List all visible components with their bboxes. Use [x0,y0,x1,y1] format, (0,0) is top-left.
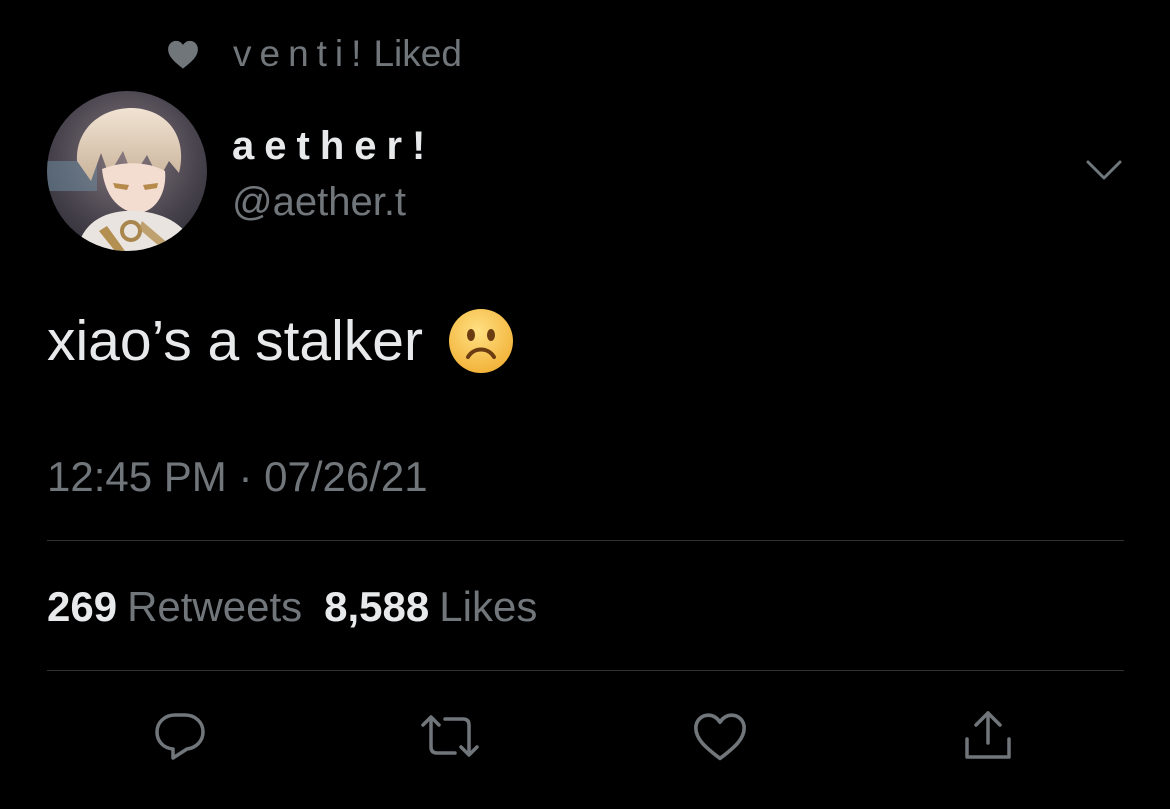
engagement-stats: 269 Retweets 8,588 Likes [47,582,537,632]
tweet-text: xiao’s a stalker [47,309,423,373]
heart-icon [163,34,203,74]
likes-count: 8,588 [324,583,430,630]
retweet-icon [417,711,483,766]
retweets-label: Retweets [127,583,303,630]
reply-button[interactable] [150,708,210,768]
frowning-face-emoji [447,307,515,375]
liked-label: Liked [373,33,462,74]
divider [47,670,1124,671]
tweet-text-container: xiao’s a stalker [47,306,515,376]
share-icon [959,707,1017,770]
timestamp[interactable]: 12:45 PM · 07/26/21 [47,452,428,502]
retweets-count: 269 [47,583,118,630]
heart-icon [691,709,749,768]
tweet-time: 12:45 PM [47,453,227,500]
divider [47,540,1124,541]
share-button[interactable] [958,708,1018,768]
tweet-date: 07/26/21 [264,453,428,500]
liker-name[interactable]: venti! [233,33,369,75]
avatar[interactable] [47,91,207,251]
reply-icon [151,709,209,768]
likes-stat[interactable]: 8,588 Likes [324,583,537,630]
chevron-down-icon[interactable] [1082,152,1126,188]
retweet-button[interactable] [420,708,480,768]
like-button[interactable] [690,708,750,768]
retweets-stat[interactable]: 269 Retweets [47,583,302,630]
user-handle[interactable]: @aether.t [232,178,406,226]
social-context[interactable]: venti! Liked [163,32,462,76]
display-name[interactable]: aether! [232,122,435,170]
separator-dot: · [238,453,253,500]
likes-label: Likes [439,583,538,630]
